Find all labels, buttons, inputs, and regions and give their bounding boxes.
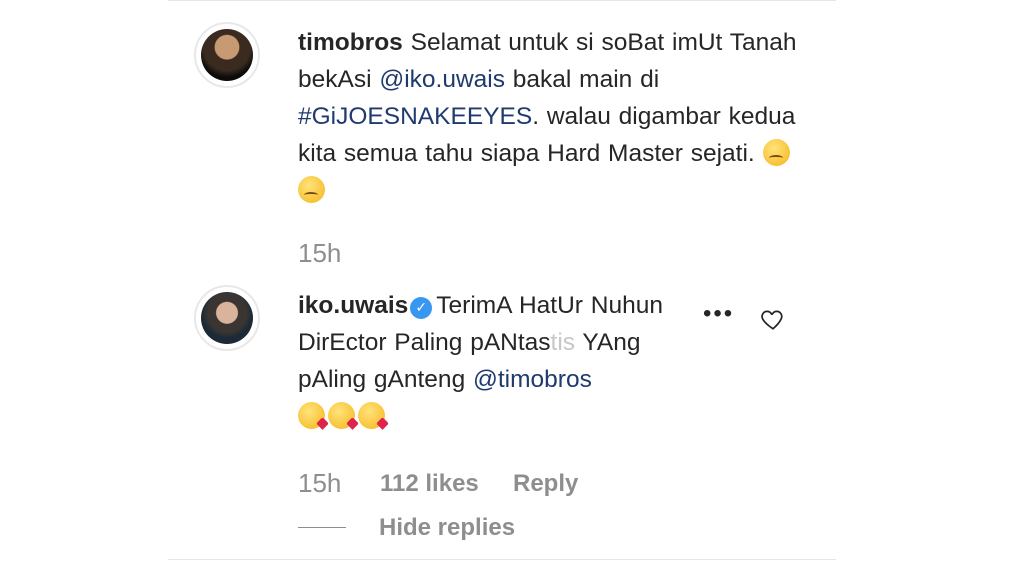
comment-timobros: timobros Selamat untuk si soBat imUt Tan… bbox=[298, 24, 798, 209]
mention-iko-uwais[interactable]: @iko.uwais bbox=[379, 66, 505, 93]
avatar-iko-uwais[interactable] bbox=[194, 285, 260, 351]
likes-count[interactable]: 112 likes bbox=[380, 470, 479, 498]
comment-iko-uwais: iko.uwais ✓ TerimA HatUr Nuhun DirEctor Pa… bbox=[298, 287, 698, 435]
woozy-face-emoji-icon bbox=[762, 139, 790, 166]
hashtag-gijoesnakeeyes[interactable]: #GiJOESNAKEEYES bbox=[298, 103, 532, 130]
bottom-divider bbox=[168, 559, 836, 560]
reply-button[interactable]: Reply bbox=[513, 470, 578, 498]
top-divider bbox=[168, 0, 836, 1]
more-options-icon[interactable]: ••• bbox=[703, 300, 734, 328]
heart-like-icon[interactable] bbox=[760, 306, 786, 332]
comment-text-part: bakal main di bbox=[504, 66, 660, 93]
kissing-face-emoji-icon bbox=[358, 402, 385, 429]
comment-iko-uwais-time: 15h bbox=[298, 468, 342, 498]
avatar-timobros[interactable] bbox=[194, 22, 260, 88]
kissing-face-emoji-icon bbox=[298, 402, 325, 429]
comment-text-truncated: tis bbox=[550, 329, 576, 356]
woozy-face-emoji-icon bbox=[298, 176, 325, 203]
username-iko-uwais[interactable]: iko.uwais bbox=[298, 292, 408, 319]
hide-replies-line bbox=[298, 527, 346, 528]
kissing-face-emoji-icon bbox=[328, 402, 355, 429]
username-timobros[interactable]: timobros bbox=[298, 29, 403, 56]
comment-timobros-time: 15h bbox=[298, 238, 342, 268]
mention-timobros[interactable]: @timobros bbox=[473, 366, 592, 393]
verified-badge-icon: ✓ bbox=[410, 296, 433, 319]
hide-replies-button[interactable]: Hide replies bbox=[379, 514, 515, 542]
